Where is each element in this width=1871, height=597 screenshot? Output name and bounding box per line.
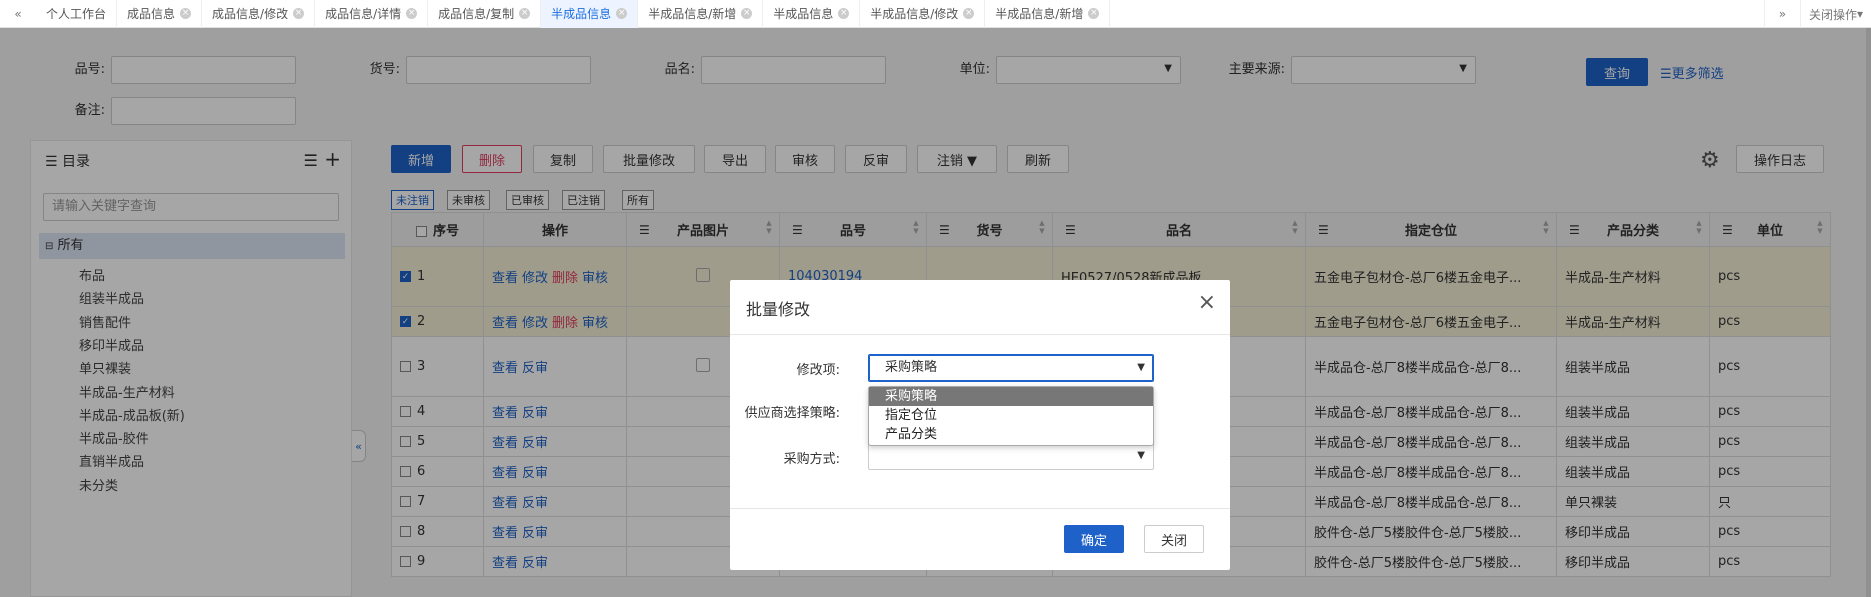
confirm-button[interactable]: 确定: [1064, 525, 1124, 553]
tab-label: 半成品信息/新增: [648, 7, 737, 21]
field-select-value: 采购策略: [885, 360, 938, 375]
tabs-list: 个人工作台 成品信息 × 成品信息/修改 × 成品信息/详情 × 成品信息/复制 × 半成品信息 ×…: [36, 0, 1111, 28]
close-tab-icon[interactable]: ×: [180, 8, 192, 19]
close-tab-icon[interactable]: ×: [741, 8, 753, 19]
tab-6[interactable]: 半成品信息/新增 ×: [638, 0, 764, 28]
tab-1[interactable]: 成品信息 ×: [117, 0, 203, 28]
close-tab-icon[interactable]: ×: [293, 8, 305, 19]
tab-label: 成品信息/详情: [325, 7, 402, 21]
purchase-method-label: 采购方式:: [783, 452, 840, 467]
chevron-down-icon: ▾: [1856, 7, 1863, 21]
chevron-down-icon: ▼: [1137, 362, 1145, 373]
modal-footer-divider: [730, 508, 1230, 509]
supplier-strategy-label: 供应商选择策略:: [744, 406, 840, 421]
close-button[interactable]: 关闭: [1144, 525, 1204, 553]
tab-5[interactable]: 半成品信息 ×: [541, 0, 639, 28]
tabbar-right: » 关闭操作 ▾: [1763, 0, 1871, 28]
field-select[interactable]: 采购策略 ▼: [868, 354, 1154, 382]
batch-edit-modal: 批量修改 × 修改项: 采购策略 ▼ 供应商选择策略: 采购方式: ▼ 采购策略指…: [730, 280, 1230, 570]
modal-divider: [730, 334, 1230, 335]
purchase-method-select[interactable]: ▼: [868, 442, 1154, 470]
tab-label: 个人工作台: [46, 7, 107, 21]
tab-label: 半成品信息: [773, 7, 834, 21]
dropdown-option[interactable]: 产品分类: [869, 425, 1153, 444]
close-operations-dropdown[interactable]: 关闭操作 ▾: [1799, 0, 1871, 28]
tab-label: 成品信息: [127, 7, 176, 21]
close-tab-icon[interactable]: ×: [519, 8, 531, 19]
close-operations-label: 关闭操作: [1808, 7, 1857, 22]
chevron-down-icon: ▼: [1137, 450, 1145, 461]
tab-9[interactable]: 半成品信息/新增 ×: [985, 0, 1111, 28]
tab-8[interactable]: 半成品信息/修改 ×: [860, 0, 986, 28]
close-tab-icon[interactable]: ×: [838, 8, 850, 19]
tab-3[interactable]: 成品信息/详情 ×: [315, 0, 429, 28]
tab-label: 成品信息/复制: [438, 7, 515, 21]
tabs-prev-icon[interactable]: «: [0, 0, 36, 28]
tab-7[interactable]: 半成品信息 ×: [763, 0, 861, 28]
tab-bar: « 个人工作台 成品信息 × 成品信息/修改 × 成品信息/详情 × 成品信息/复制 × 半成品信…: [0, 0, 1871, 28]
close-tab-icon[interactable]: ×: [1088, 8, 1100, 19]
dropdown-option[interactable]: 指定仓位: [869, 406, 1153, 425]
close-tab-icon[interactable]: ×: [963, 8, 975, 19]
modal-title: 批量修改: [746, 300, 811, 319]
close-tab-icon[interactable]: ×: [616, 8, 628, 19]
tab-label: 成品信息/修改: [212, 7, 289, 21]
field-options-dropdown: 采购策略 指定仓位 产品分类: [868, 386, 1154, 446]
field-label: 修改项:: [796, 363, 840, 378]
close-tab-icon[interactable]: ×: [406, 8, 418, 19]
dropdown-option[interactable]: 采购策略: [869, 387, 1153, 406]
tab-label: 半成品信息/新增: [995, 7, 1084, 21]
tab-2[interactable]: 成品信息/修改 ×: [202, 0, 316, 28]
tab-0[interactable]: 个人工作台: [36, 0, 118, 28]
tab-label: 半成品信息/修改: [870, 7, 959, 21]
tab-4[interactable]: 成品信息/复制 ×: [428, 0, 542, 28]
close-icon[interactable]: ×: [1198, 290, 1216, 315]
tab-label: 半成品信息: [551, 7, 612, 21]
tabs-next-icon[interactable]: »: [1763, 0, 1800, 28]
